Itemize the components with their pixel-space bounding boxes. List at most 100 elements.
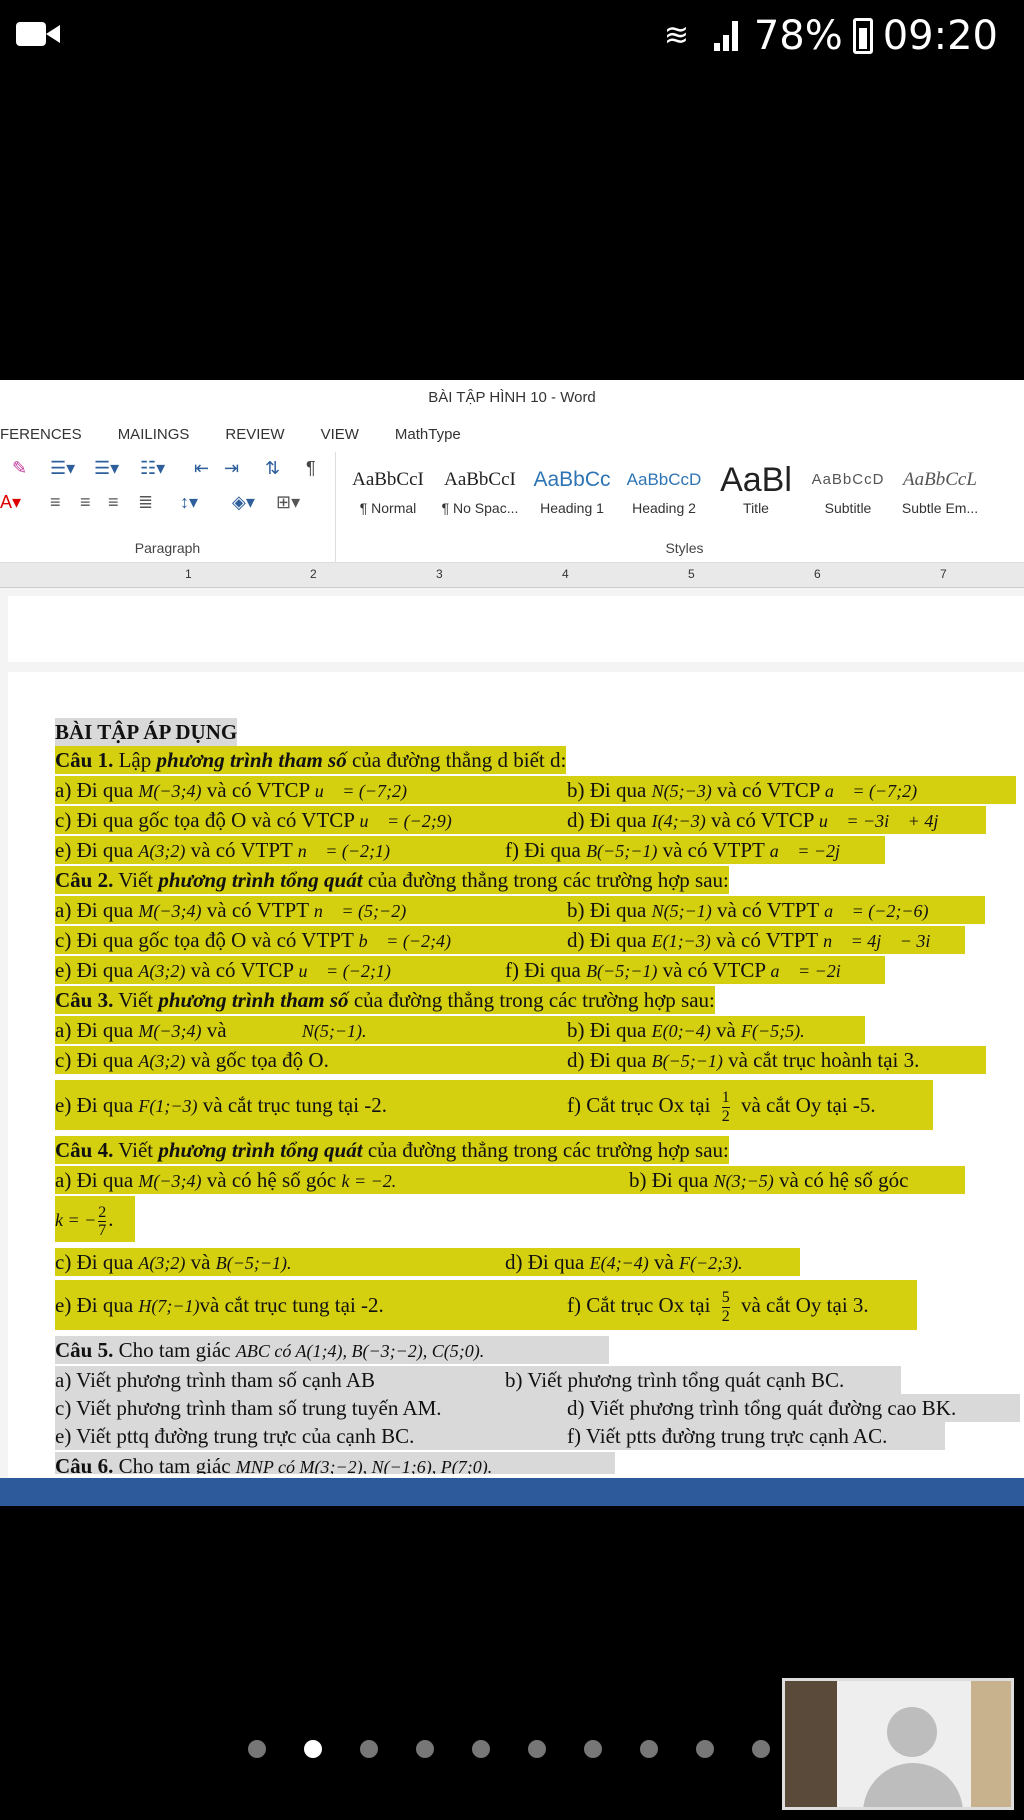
ruler-number: 2 [310, 567, 317, 581]
q1d-mid: và có VTCP [705, 808, 819, 832]
q-post: của đường thẳng d biết d: [346, 748, 567, 772]
align-right-icon[interactable]: ≡ [108, 492, 119, 513]
q4e-text: e) Đi qua [55, 1293, 139, 1317]
tab-mathtype[interactable]: MathType [395, 426, 461, 443]
fraction: 52 [721, 1288, 730, 1326]
tab-review[interactable]: REVIEW [225, 426, 284, 443]
q1b-text: b) Đi qua [567, 778, 652, 802]
tab-references[interactable]: FERENCES [0, 426, 82, 443]
page-dot[interactable] [696, 1740, 714, 1758]
q-label: Câu 1. [55, 748, 114, 772]
horizontal-ruler[interactable]: 1 2 3 4 5 6 7 [0, 563, 1024, 588]
q2e-point: A(3;2) [138, 961, 186, 981]
q1a-point: M(−3;4) [138, 781, 202, 801]
page-indicator [248, 1740, 770, 1758]
q1d-vector: u⃗ = −3i⃗ + 4j⃗ [818, 811, 953, 831]
q4d-point-2: F(−2;3). [679, 1253, 743, 1273]
q5-row-ab: a) Viết phương trình tham số cạnh AB b) … [55, 1366, 901, 1394]
q4d-point: E(4;−4) [589, 1253, 649, 1273]
fraction-numerator: 5 [721, 1288, 730, 1308]
ruler-number: 4 [562, 567, 569, 581]
line-spacing-icon[interactable]: ↕▾ [180, 492, 198, 513]
q4a-slope: k = −2. [341, 1171, 397, 1191]
style-sample: AaBl [720, 461, 792, 499]
align-left-icon[interactable]: ≡ [50, 492, 61, 513]
q-label: Câu 3. [55, 988, 114, 1012]
q-label: Câu 6. [55, 1454, 114, 1474]
q3b-mid: và [710, 1018, 742, 1042]
font-color-icon[interactable]: A▾ [0, 492, 21, 513]
q-post: của đường thẳng trong các trường hợp sau… [348, 988, 715, 1012]
q2-row-ef: e) Đi qua A(3;2) và có VTCP u⃗ = (−2;1) … [55, 956, 885, 984]
ribbon-tabs: FERENCES MAILINGS REVIEW VIEW MathType [0, 416, 1024, 452]
style-subtitle[interactable]: AaBbCcD Subtitle [805, 460, 891, 532]
q-pre: Cho tam giác [113, 1338, 236, 1362]
q1b: b) Đi qua N(5;−3) và có VTCP a⃗ = (−7;2) [567, 776, 917, 805]
tab-view[interactable]: VIEW [321, 426, 359, 443]
sort-icon[interactable]: ⇅ [265, 458, 280, 479]
q4b-slope-row: k = −2 7. [55, 1196, 135, 1242]
q2-row-cd: c) Đi qua gốc tọa độ O và có VTPT b⃗ = (… [55, 926, 965, 954]
paragraph-group: ✎ ☰▾ ☰▾ ☷▾ ⇤ ⇥ ⇅ ¶ A▾ ≡ ≡ ≡ ≣ ↕▾ ◈▾ ⊞▾ P… [0, 452, 336, 562]
q2a-mid: và có VTPT [201, 898, 314, 922]
q4c-mid: và [185, 1250, 216, 1274]
align-center-icon[interactable]: ≡ [80, 492, 91, 513]
q4f-post: và cắt Oy tại 3. [735, 1293, 869, 1317]
q1b-mid: và có VTCP [711, 778, 825, 802]
page-dot[interactable] [360, 1740, 378, 1758]
decrease-indent-icon[interactable]: ⇤ [194, 458, 209, 479]
q2f-mid: và có VTCP [657, 958, 771, 982]
q1-row-ef: e) Đi qua A(3;2) và có VTPT n⃗ = (−2;1) … [55, 836, 885, 864]
q5b: b) Viết phương trình tổng quát cạnh BC. [505, 1368, 845, 1392]
q5-row-cd: c) Viết phương trình tham số trung tuyến… [55, 1394, 1020, 1422]
question-3: Câu 3. Viết phương trình tham số của đườ… [55, 986, 715, 1014]
page-dot-active[interactable] [304, 1740, 322, 1758]
q2a-point: M(−3;4) [138, 901, 202, 921]
avatar-body [863, 1763, 963, 1807]
increase-indent-icon[interactable]: ⇥ [224, 458, 239, 479]
q2e-mid: và có VTCP [185, 958, 299, 982]
video-call-thumbnail[interactable] [782, 1678, 1014, 1810]
style-no-spacing[interactable]: AaBbCcI ¶ No Spac... [437, 460, 523, 532]
shading-icon[interactable]: ◈▾ [232, 492, 255, 513]
battery-percent: 78% [753, 13, 843, 59]
question-5: Câu 5. Cho tam giác ABC có A(1;4), B(−3;… [55, 1336, 609, 1364]
q1-row-ab: a) Đi qua M(−3;4) và có VTCP u⃗ = (−7;2)… [55, 776, 1016, 804]
style-name: Subtitle [824, 500, 872, 516]
q3d-post: và cắt trục hoành tại 3. [722, 1048, 920, 1072]
numbering-icon[interactable]: ☰▾ [94, 458, 119, 479]
q4a-mid: và có hệ số góc [201, 1168, 342, 1192]
style-heading-1[interactable]: AaBbCc Heading 1 [529, 460, 615, 532]
q-post: của đường thẳng trong các trường hợp sau… [362, 868, 729, 892]
page-dot[interactable] [472, 1740, 490, 1758]
page-dot[interactable] [528, 1740, 546, 1758]
style-name: Heading 2 [632, 500, 696, 516]
style-title[interactable]: AaBl Title [713, 460, 799, 532]
q2f: f) Đi qua B(−5;−1) và có VTCP a⃗ = −2i⃗ [505, 956, 855, 985]
page-dot[interactable] [248, 1740, 266, 1758]
page-dot[interactable] [640, 1740, 658, 1758]
style-heading-2[interactable]: AaBbCcD Heading 2 [621, 460, 707, 532]
pilcrow-icon[interactable]: ¶ [306, 458, 316, 479]
q2e-text: e) Đi qua [55, 958, 139, 982]
multilevel-list-icon[interactable]: ☷▾ [140, 458, 165, 479]
q1b-point: N(5;−3) [651, 781, 712, 801]
style-normal[interactable]: AaBbCcI ¶ Normal [345, 460, 431, 532]
q-em: phương trình tham số [156, 748, 347, 772]
borders-icon[interactable]: ⊞▾ [276, 492, 300, 513]
q4-row-ef: e) Đi qua H(7;−1)và cắt trục tung tại -2… [55, 1280, 917, 1330]
bullets-icon[interactable]: ☰▾ [50, 458, 75, 479]
q2d-vector: n⃗ = 4j⃗ − 3i⃗ [823, 931, 945, 951]
tab-mailings[interactable]: MAILINGS [118, 426, 190, 443]
page-dot[interactable] [752, 1740, 770, 1758]
q2f-vector: a⃗ = −2i⃗ [770, 961, 855, 981]
ruler-number: 3 [436, 567, 443, 581]
justify-icon[interactable]: ≣ [138, 492, 153, 513]
style-subtle-emphasis[interactable]: AaBbCcL Subtle Em... [897, 460, 983, 532]
page-dot[interactable] [584, 1740, 602, 1758]
eraser-icon[interactable]: ✎ [12, 458, 27, 479]
status-bar: ≋ 78% 09:20 [0, 0, 1024, 72]
q3b: b) Đi qua E(0;−4) và F(−5;5). [567, 1016, 805, 1045]
q5e: e) Viết pttq đường trung trực của cạnh B… [55, 1424, 415, 1448]
page-dot[interactable] [416, 1740, 434, 1758]
